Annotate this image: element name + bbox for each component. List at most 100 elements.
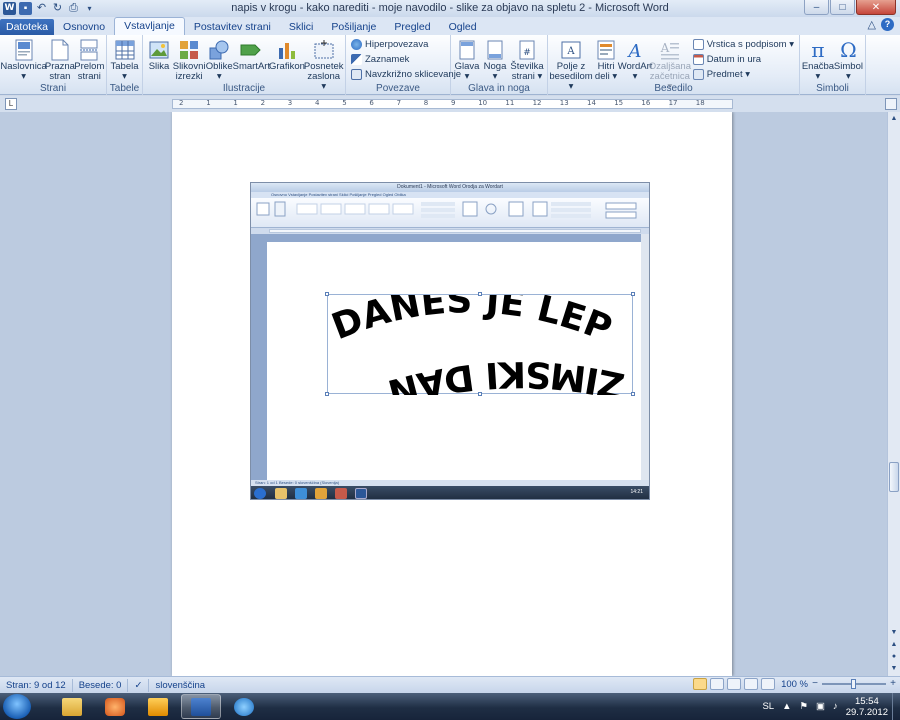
minimize-ribbon-icon[interactable]: △	[868, 18, 876, 31]
tab-postavitev-strani[interactable]: Postavitev strani	[185, 19, 280, 35]
proofing-icon[interactable]: ✓	[128, 678, 150, 692]
language-indicator[interactable]: slovenščina	[149, 679, 211, 692]
browse-object-icon[interactable]: ●	[889, 652, 899, 662]
resize-handle[interactable]	[631, 292, 635, 296]
tab-ogled[interactable]: Ogled	[440, 19, 486, 35]
scroll-up-icon[interactable]: ▲	[889, 114, 899, 124]
omega-icon: Ω	[840, 38, 857, 62]
scroll-down-icon[interactable]: ▼	[889, 628, 899, 638]
internet-explorer-icon	[234, 697, 254, 716]
taskbar-explorer-button[interactable]	[52, 694, 92, 719]
tab-posiljanje[interactable]: Pošiljanje	[322, 19, 385, 35]
resize-handle[interactable]	[631, 392, 635, 396]
clip-art-icon	[178, 39, 200, 61]
ruler-tick-label: 11	[505, 99, 515, 107]
scroll-thumb[interactable]	[889, 462, 899, 492]
minimize-button[interactable]: –	[804, 0, 829, 15]
tab-sklici[interactable]: Sklici	[280, 19, 323, 35]
taskbar-ie-button[interactable]	[224, 694, 264, 719]
volume-icon[interactable]: ♪	[833, 701, 838, 712]
ruler-tick-label: 2	[260, 99, 266, 107]
resize-handle[interactable]	[478, 392, 482, 396]
tab-datoteka[interactable]: Datoteka	[0, 19, 55, 35]
group-label-besedilo: Besedilo	[654, 83, 693, 94]
resize-handle[interactable]	[478, 292, 482, 296]
outline-view-button[interactable]	[744, 678, 759, 690]
object-button[interactable]: Predmet ▾	[692, 68, 794, 81]
cross-reference-button[interactable]: Navzkrižno sklicevanje	[351, 68, 461, 81]
hyperlink-icon	[351, 39, 362, 50]
group-label-simboli: Simboli	[816, 83, 849, 94]
customize-qat-icon[interactable]: ▾	[83, 2, 96, 15]
date-time-button[interactable]: Datum in ura	[692, 53, 794, 66]
bookmark-button[interactable]: Zaznamek	[351, 53, 461, 66]
help-icon[interactable]: ?	[881, 18, 894, 31]
group-tabele: Tabela ▾ Tabele	[107, 35, 143, 95]
tab-vstavljanje[interactable]: Vstavljanje	[114, 17, 185, 35]
zoom-out-button[interactable]: −	[810, 678, 820, 690]
ruler-tick-label: 2	[179, 99, 184, 107]
save-icon[interactable]: ▪	[19, 2, 32, 15]
previous-page-icon[interactable]: ▲	[889, 640, 899, 650]
flag-icon[interactable]: ⚑	[799, 701, 808, 712]
resize-handle[interactable]	[325, 392, 329, 396]
vertical-scrollbar[interactable]: ▲ ▼ ▲ ● ▼	[887, 112, 900, 676]
blank-page-icon	[49, 39, 71, 61]
word-logo-icon[interactable]: W	[3, 2, 16, 15]
close-button[interactable]: ✕	[856, 0, 896, 15]
keyboard-language[interactable]: SL	[762, 701, 774, 712]
zoom-level[interactable]: 100 %	[778, 679, 811, 690]
zoom-thumb[interactable]	[851, 679, 856, 689]
text-box-icon: A	[560, 39, 582, 61]
resize-handle[interactable]	[325, 292, 329, 296]
print-icon[interactable]: ⎙	[67, 2, 80, 15]
embedded-explorer-icon	[275, 488, 287, 499]
footer-icon	[484, 39, 506, 61]
cover-page-icon	[13, 39, 35, 61]
ruler-tick-label: 9	[451, 99, 456, 107]
embedded-screenshot-image[interactable]: Dokument1 - Microsoft Word Orodja za Wor…	[250, 182, 650, 500]
network-icon[interactable]: ▣	[816, 701, 825, 712]
word-count[interactable]: Besede: 0	[73, 678, 129, 692]
taskbar-word-button[interactable]	[181, 694, 221, 719]
show-desktop-button[interactable]	[892, 693, 900, 720]
hyperlink-button[interactable]: Hiperpovezava	[351, 38, 461, 51]
maximize-button[interactable]: □	[830, 0, 855, 15]
tab-osnovno[interactable]: Osnovno	[54, 19, 114, 35]
full-screen-view-button[interactable]	[710, 678, 725, 690]
ruler-tick-label: 5	[342, 99, 347, 107]
draft-view-button[interactable]	[761, 678, 776, 690]
ruler-tick-label: 18	[695, 99, 705, 107]
page-count[interactable]: Stran: 9 od 12	[0, 678, 73, 692]
wordart-top-text: DANES JE LEP	[328, 295, 617, 350]
chart-icon	[276, 39, 298, 61]
print-layout-view-button[interactable]	[693, 678, 708, 690]
tray-expand-icon[interactable]: ▲	[782, 701, 791, 712]
tab-pregled[interactable]: Pregled	[385, 19, 439, 35]
taskbar-outlook-button[interactable]	[138, 694, 178, 719]
document-page[interactable]: Dokument1 - Microsoft Word Orodja za Wor…	[172, 112, 732, 676]
tab-selector-button[interactable]: L	[5, 98, 17, 110]
ruler-tick-label: 1	[206, 99, 211, 107]
web-layout-view-button[interactable]	[727, 678, 742, 690]
clock[interactable]: 15:54 29.7.2012	[846, 696, 888, 718]
next-page-icon[interactable]: ▼	[889, 664, 899, 674]
redo-icon[interactable]: ↻	[51, 2, 64, 15]
undo-icon[interactable]: ↶	[35, 2, 48, 15]
ribbon: Naslovnica ▾ Prazna stran Prelom strani …	[0, 35, 900, 95]
horizontal-ruler[interactable]: 2 1 1 2 3 4 5 6 7 8 9 10 11 12 13 14 15 16 17 18	[172, 99, 733, 109]
zoom-slider[interactable]: − +	[812, 678, 896, 690]
group-label-glava-in-noga: Glava in noga	[468, 83, 530, 94]
start-button[interactable]	[3, 694, 31, 719]
view-ruler-icon[interactable]	[885, 98, 897, 110]
taskbar-media-player-button[interactable]	[95, 694, 135, 719]
embedded-outlook-icon	[315, 488, 327, 499]
ruler-tick-label: 16	[641, 99, 651, 107]
signature-line-button[interactable]: Vrstica s podpisom ▾	[692, 38, 794, 51]
ruler-tick-label: 1	[233, 99, 238, 107]
wordart-object[interactable]: DANES JE LEP ZIMSKI DAN	[325, 292, 635, 396]
zoom-in-button[interactable]: +	[888, 678, 898, 690]
ruler-tick-label: 15	[614, 99, 624, 107]
ruler-tick-label: 4	[315, 99, 320, 107]
svg-text:A: A	[566, 46, 575, 57]
